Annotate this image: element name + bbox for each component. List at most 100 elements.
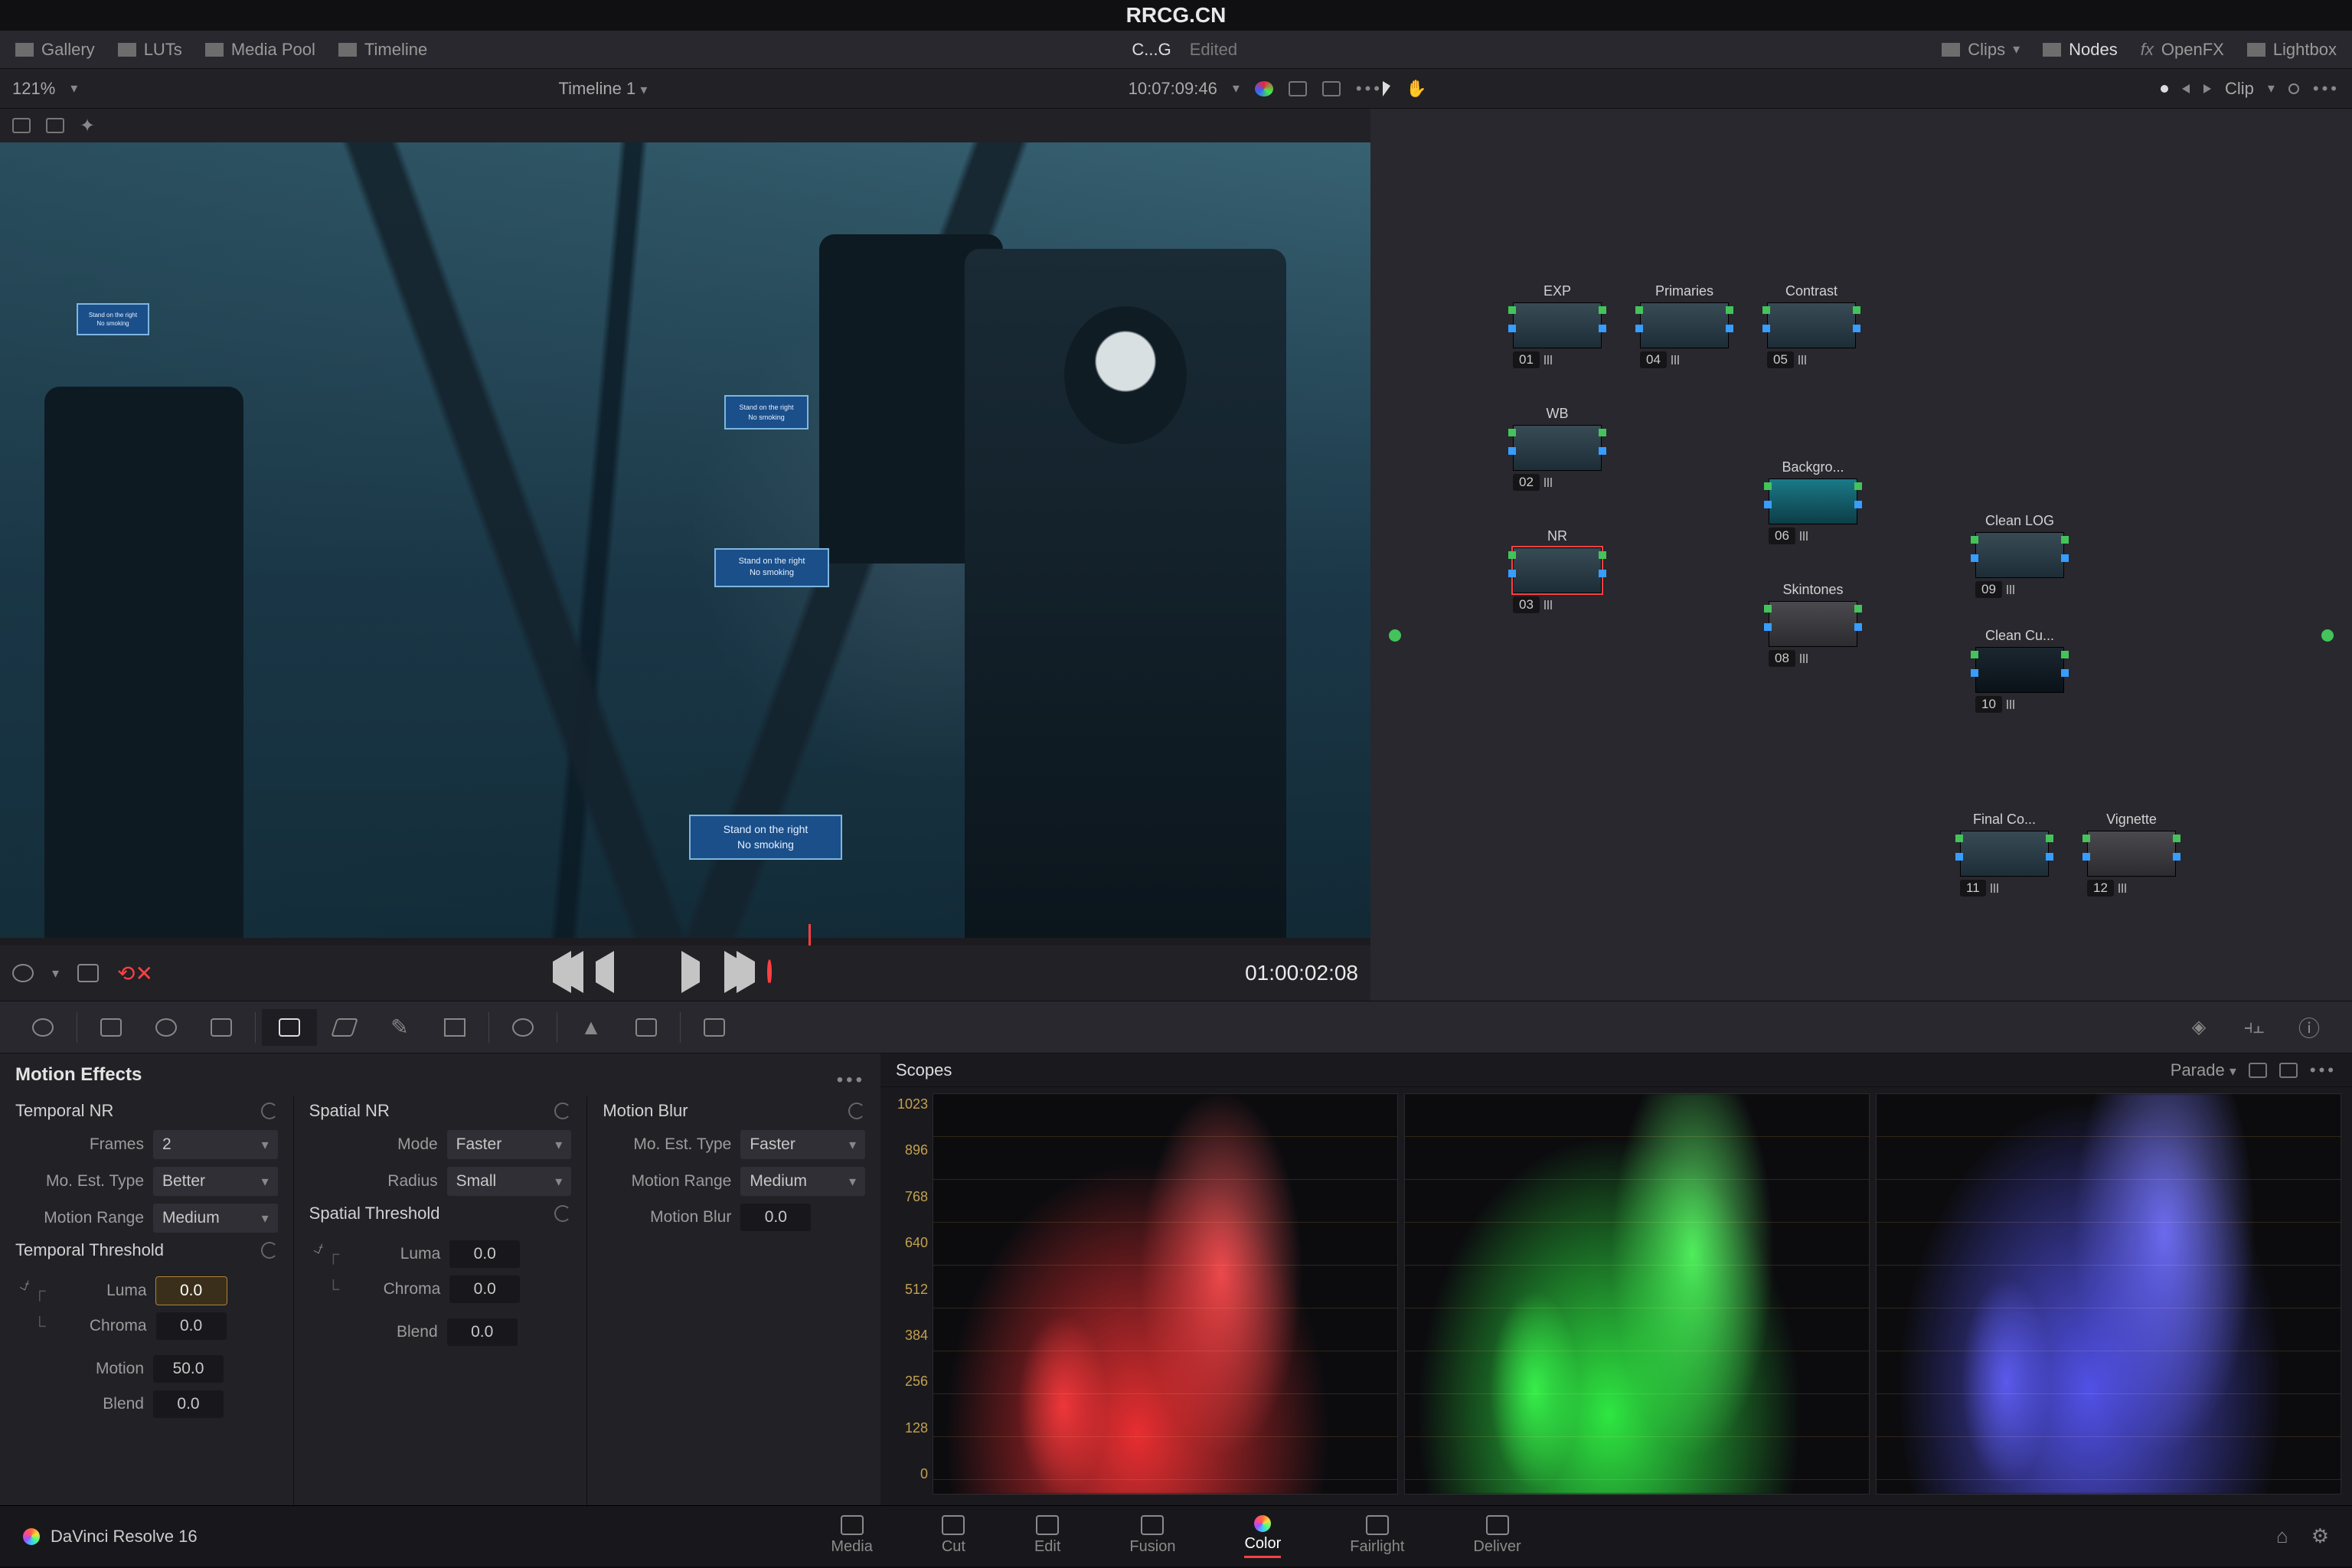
node-enabled-icon[interactable] bbox=[2288, 83, 2299, 94]
magic-wand-icon[interactable]: ✦ bbox=[80, 115, 95, 137]
motion-range-select[interactable]: Medium▾ bbox=[153, 1204, 278, 1233]
node-skintones[interactable]: Skintones08 bbox=[1769, 582, 1857, 667]
extra-tool-button[interactable] bbox=[687, 1009, 742, 1046]
node-port-key-out[interactable] bbox=[1599, 325, 1606, 332]
node-port-out[interactable] bbox=[1726, 306, 1733, 314]
node-port-key-out[interactable] bbox=[2046, 853, 2053, 861]
reset-spatial-nr-icon[interactable] bbox=[554, 1102, 571, 1119]
node-port-key-out[interactable] bbox=[1599, 447, 1606, 455]
node-port-out[interactable] bbox=[2046, 835, 2053, 842]
node-port-in[interactable] bbox=[1971, 651, 1978, 658]
link-luma-chroma-icon[interactable]: ⍻ bbox=[15, 1269, 34, 1300]
toolbar-lightbox-button[interactable]: Lightbox bbox=[2247, 40, 2337, 60]
link-luma-chroma-icon[interactable]: ⍻ bbox=[309, 1233, 328, 1263]
node-port-in[interactable] bbox=[1764, 605, 1772, 612]
mask-tool-button[interactable]: ▲ bbox=[564, 1009, 619, 1046]
spatial-luma-value-input[interactable]: 0.0 bbox=[449, 1240, 520, 1268]
qualifier-tool-button[interactable] bbox=[83, 1009, 139, 1046]
node-vignette[interactable]: Vignette12 bbox=[2087, 812, 2176, 897]
node-port-key-out[interactable] bbox=[1853, 325, 1860, 332]
stop-button[interactable] bbox=[639, 962, 662, 985]
node-port-key-in[interactable] bbox=[1764, 501, 1772, 508]
node-port-key-out[interactable] bbox=[1854, 623, 1862, 631]
node-port-in[interactable] bbox=[1971, 536, 1978, 544]
node-options-icon[interactable]: ••• bbox=[2313, 79, 2340, 99]
highlight-icon[interactable] bbox=[1322, 81, 1341, 96]
toolbar-timeline-button[interactable]: Timeline bbox=[338, 40, 427, 60]
node-port-key-in[interactable] bbox=[1955, 853, 1963, 861]
3d-tool-button[interactable] bbox=[495, 1009, 550, 1046]
parade-green-channel[interactable] bbox=[1404, 1093, 1870, 1494]
spatial-blend-value-input[interactable]: 0.0 bbox=[447, 1318, 518, 1346]
node-final-co-[interactable]: Final Co...11 bbox=[1960, 812, 2049, 897]
bypass-grade-icon[interactable]: ⟲✕ bbox=[117, 961, 153, 986]
step-back-button[interactable] bbox=[596, 962, 619, 985]
node-port-out[interactable] bbox=[1854, 605, 1862, 612]
waveform-toggle-button[interactable]: ⫞⫠ bbox=[2226, 1009, 2282, 1046]
node-exp[interactable]: EXP01 bbox=[1513, 283, 1602, 368]
split-screen-icon[interactable] bbox=[1289, 81, 1307, 96]
toolbar-clips-button[interactable]: Clips ▾ bbox=[1942, 40, 2020, 60]
timeline-name[interactable]: Timeline 1 ▾ bbox=[559, 79, 648, 99]
radius-select[interactable]: Small▾ bbox=[447, 1167, 572, 1196]
node-port-key-in[interactable] bbox=[1971, 669, 1978, 677]
info-button[interactable]: ⓘ bbox=[2282, 1009, 2337, 1046]
viewer-canvas[interactable]: Stand on the right No smoking Stand on t… bbox=[0, 142, 1370, 938]
motion-effects-tool-button[interactable] bbox=[262, 1009, 317, 1046]
unmix-icon[interactable] bbox=[12, 964, 34, 982]
node-port-in[interactable] bbox=[1635, 306, 1643, 314]
node-port-key-out[interactable] bbox=[2061, 669, 2069, 677]
viewer-timeline-scrubber[interactable] bbox=[0, 938, 1370, 946]
page-tab-fairlight[interactable]: Fairlight bbox=[1350, 1515, 1404, 1558]
home-button[interactable]: ⌂ bbox=[2276, 1524, 2288, 1548]
page-tab-edit[interactable]: Edit bbox=[1034, 1515, 1060, 1558]
window-tool-button[interactable] bbox=[139, 1009, 194, 1046]
tracking-tool-button[interactable] bbox=[194, 1009, 249, 1046]
project-settings-button[interactable]: ⚙ bbox=[2311, 1524, 2329, 1548]
node-port-in[interactable] bbox=[1508, 429, 1516, 436]
node-port-out[interactable] bbox=[2061, 536, 2069, 544]
wipe-icon[interactable] bbox=[77, 964, 99, 982]
curves-tool-button[interactable] bbox=[15, 1009, 70, 1046]
play-button[interactable] bbox=[681, 962, 704, 985]
keyframe-dot-icon[interactable] bbox=[2161, 85, 2168, 93]
chroma-value-input[interactable]: 0.0 bbox=[156, 1312, 227, 1340]
node-port-key-in[interactable] bbox=[1971, 554, 1978, 562]
reset-temporal-nr-icon[interactable] bbox=[261, 1102, 278, 1119]
luma-value-input[interactable]: 0.0 bbox=[156, 1277, 227, 1305]
node-port-out[interactable] bbox=[1599, 306, 1606, 314]
mo-est-type-select[interactable]: Better▾ bbox=[153, 1167, 278, 1196]
node-panel-mode[interactable]: Clip bbox=[2225, 79, 2254, 99]
node-clean-cu-[interactable]: Clean Cu...10 bbox=[1975, 628, 2064, 713]
next-keyframe-icon[interactable] bbox=[2203, 84, 2211, 93]
node-nr[interactable]: NR03 bbox=[1513, 528, 1602, 613]
reset-spatial-threshold-icon[interactable] bbox=[554, 1205, 571, 1222]
mb-mo-est-select[interactable]: Faster▾ bbox=[740, 1130, 865, 1159]
node-primaries[interactable]: Primaries04 bbox=[1640, 283, 1729, 368]
blur-tool-button[interactable] bbox=[317, 1009, 372, 1046]
node-port-key-out[interactable] bbox=[1599, 570, 1606, 577]
page-tab-color[interactable]: Color bbox=[1244, 1515, 1281, 1558]
node-port-key-out[interactable] bbox=[1726, 325, 1733, 332]
zoom-level[interactable]: 121% bbox=[12, 79, 55, 99]
scopes-options-icon[interactable]: ••• bbox=[2310, 1060, 2337, 1080]
viewer-mode-a-icon[interactable] bbox=[12, 118, 31, 133]
pointer-tool-icon[interactable] bbox=[1383, 81, 1390, 96]
toolbar-gallery-button[interactable]: Gallery bbox=[15, 40, 95, 60]
chevron-down-icon[interactable]: ▾ bbox=[70, 80, 77, 96]
parade-blue-channel[interactable] bbox=[1876, 1093, 2341, 1494]
node-graph-panel[interactable]: EXP01Primaries04Contrast05WB02NR03Backgr… bbox=[1370, 109, 2352, 1001]
page-tab-cut[interactable]: Cut bbox=[942, 1515, 965, 1558]
node-port-out[interactable] bbox=[1599, 551, 1606, 559]
node-port-out[interactable] bbox=[1599, 429, 1606, 436]
mb-blur-value-input[interactable]: 0.0 bbox=[740, 1204, 811, 1231]
pan-tool-icon[interactable]: ✋ bbox=[1406, 79, 1426, 99]
prev-keyframe-icon[interactable] bbox=[2182, 84, 2190, 93]
node-port-in[interactable] bbox=[1764, 482, 1772, 490]
parade-red-channel[interactable] bbox=[933, 1093, 1398, 1494]
node-port-in[interactable] bbox=[1762, 306, 1770, 314]
node-backgro-[interactable]: Backgro...06 bbox=[1769, 459, 1857, 544]
toolbar-openfx-button[interactable]: fx OpenFX bbox=[2141, 40, 2224, 60]
page-tab-deliver[interactable]: Deliver bbox=[1473, 1515, 1521, 1558]
panel-options-icon[interactable]: ••• bbox=[837, 1070, 865, 1091]
